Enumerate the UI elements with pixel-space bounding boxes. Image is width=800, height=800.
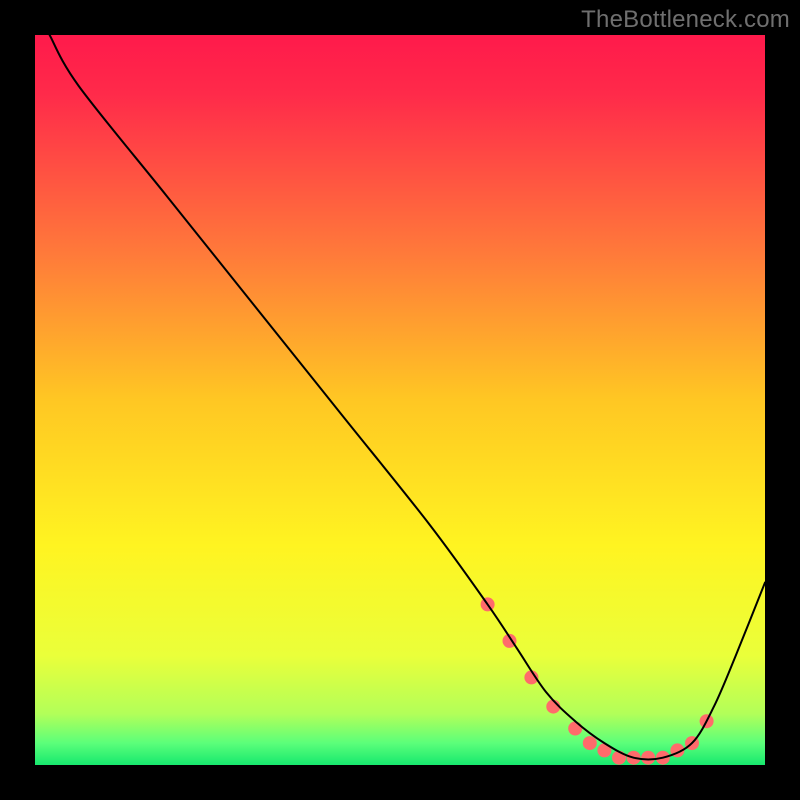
marker-dot [612, 751, 626, 765]
watermark-text: TheBottleneck.com [581, 6, 790, 34]
gradient-background [35, 35, 765, 765]
marker-dot [568, 722, 582, 736]
chart-frame: TheBottleneck.com [0, 0, 800, 800]
marker-dot [583, 736, 597, 750]
plot-area [35, 35, 765, 765]
marker-dot [641, 751, 655, 765]
bottleneck-chart [35, 35, 765, 765]
